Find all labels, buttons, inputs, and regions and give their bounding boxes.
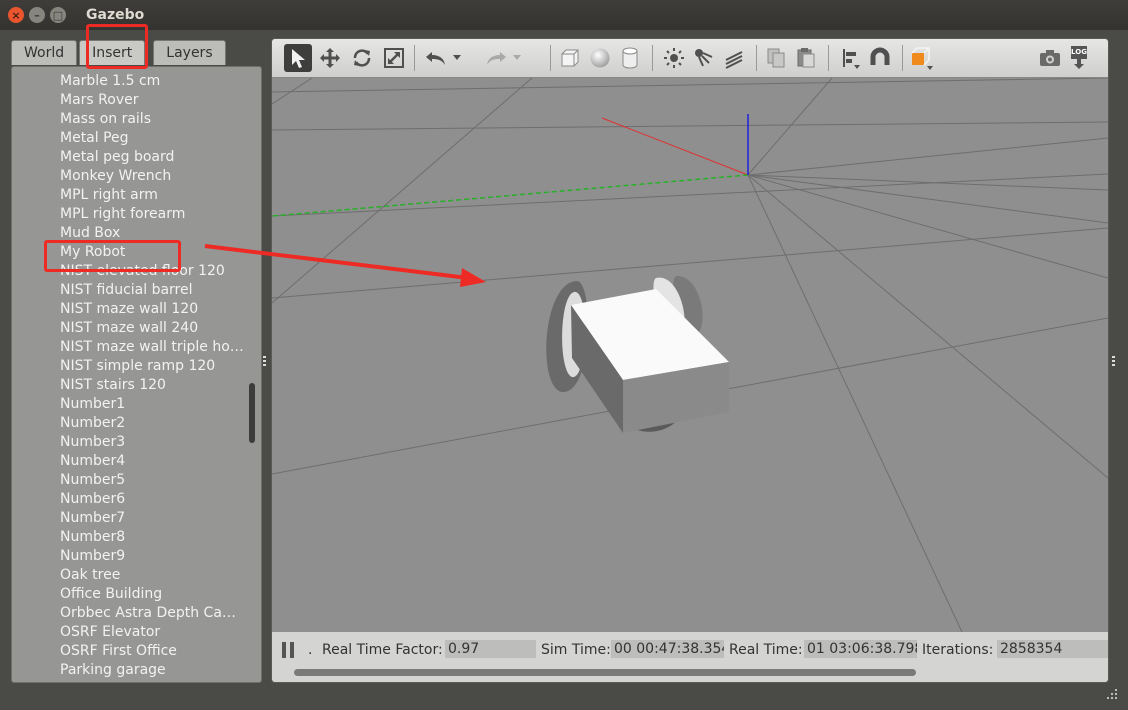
spot-light-icon[interactable]	[690, 44, 718, 72]
real-time-factor-label: Real Time Factor:	[322, 642, 443, 658]
sphere-icon[interactable]	[586, 44, 614, 72]
model-list: Marble 1.5 cm Mars Rover Mass on rails M…	[12, 72, 246, 680]
box-icon[interactable]	[556, 44, 584, 72]
list-item[interactable]: Number4	[12, 452, 246, 471]
scene-panel: LOG . Real Time Factor: 0.97 Sim Time: 0…	[271, 38, 1109, 683]
copy-icon[interactable]	[762, 44, 790, 72]
list-item[interactable]: MPL right arm	[12, 186, 246, 205]
paste-icon[interactable]	[792, 44, 820, 72]
list-item[interactable]: MPL right forearm	[12, 205, 246, 224]
list-item[interactable]: Marble 1.5 cm	[12, 72, 246, 91]
left-splitter-handle[interactable]	[263, 356, 266, 366]
list-item[interactable]: NIST maze wall 120	[12, 300, 246, 319]
title-bar: × – □ Gazebo	[0, 0, 1128, 30]
log-icon[interactable]: LOG	[1066, 44, 1094, 72]
tab-layers[interactable]: Layers	[153, 40, 226, 65]
list-item[interactable]: Parking garage	[12, 661, 246, 680]
list-item[interactable]: Mars Rover	[12, 91, 246, 110]
real-time-field: 01 03:06:38.798	[804, 640, 917, 658]
list-item[interactable]: Number6	[12, 490, 246, 509]
pause-icon[interactable]	[282, 642, 296, 658]
list-item[interactable]: Number1	[12, 395, 246, 414]
list-item[interactable]: NIST simple ramp 120	[12, 357, 246, 376]
list-item[interactable]: NIST stairs 120	[12, 376, 246, 395]
snap-magnet-icon[interactable]	[866, 44, 894, 72]
list-item[interactable]: Number7	[12, 509, 246, 528]
right-splitter-handle[interactable]	[1112, 356, 1115, 366]
undo-history-dropdown-icon[interactable]	[450, 44, 464, 72]
list-item[interactable]: Number5	[12, 471, 246, 490]
window-title: Gazebo	[86, 7, 145, 23]
my-robot-model	[546, 275, 729, 433]
redo-history-dropdown-icon[interactable]	[510, 44, 524, 72]
select-arrow-icon[interactable]	[284, 44, 312, 72]
sim-time-label: Sim Time:	[541, 642, 611, 658]
list-item[interactable]: NIST maze wall 240	[12, 319, 246, 338]
status-bar: . Real Time Factor: 0.97 Sim Time: 00 00…	[272, 632, 1108, 682]
resize-grip-icon[interactable]	[1106, 688, 1118, 700]
annotation-box-insert-tab	[86, 24, 148, 69]
list-item[interactable]: Metal Peg	[12, 129, 246, 148]
undo-icon[interactable]	[422, 44, 450, 72]
scene-canvas	[272, 77, 1108, 633]
close-window-button[interactable]: ×	[8, 7, 24, 23]
list-item[interactable]: Oak tree	[12, 566, 246, 585]
annotation-box-my-robot	[44, 240, 181, 272]
rotate-icon[interactable]	[348, 44, 376, 72]
list-item[interactable]: Orbbec Astra Depth Ca…	[12, 604, 246, 623]
toolbar: LOG	[272, 39, 1108, 78]
redo-icon[interactable]	[482, 44, 510, 72]
real-time-factor-field: 0.97	[445, 640, 536, 658]
list-item[interactable]: OSRF Elevator	[12, 623, 246, 642]
scene-viewport[interactable]	[272, 77, 1108, 633]
translate-icon[interactable]	[316, 44, 344, 72]
list-item[interactable]: Mass on rails	[12, 110, 246, 129]
list-item[interactable]: Number3	[12, 433, 246, 452]
status-scrollbar[interactable]	[294, 669, 916, 676]
list-item[interactable]: Number2	[12, 414, 246, 433]
list-item[interactable]: Number9	[12, 547, 246, 566]
list-item[interactable]: NIST maze wall triple ho…	[12, 338, 246, 357]
annotation-arrow-icon	[204, 244, 486, 287]
list-scrollbar[interactable]	[249, 383, 255, 443]
directional-light-icon[interactable]	[720, 44, 748, 72]
scale-icon[interactable]	[380, 44, 408, 72]
insert-panel: Marble 1.5 cm Mars Rover Mass on rails M…	[11, 66, 262, 683]
view-angle-icon[interactable]	[908, 44, 936, 72]
paused-marker: .	[308, 642, 313, 658]
list-item[interactable]: Number8	[12, 528, 246, 547]
iterations-label: Iterations:	[922, 642, 994, 658]
minimize-window-button[interactable]: –	[29, 7, 45, 23]
list-item[interactable]: Monkey Wrench	[12, 167, 246, 186]
iterations-field: 2858354	[997, 640, 1108, 658]
maximize-window-button[interactable]: □	[50, 7, 66, 23]
list-item[interactable]: Office Building	[12, 585, 246, 604]
list-item[interactable]: OSRF First Office	[12, 642, 246, 661]
cylinder-icon[interactable]	[616, 44, 644, 72]
align-icon[interactable]	[836, 44, 864, 72]
sim-time-field: 00 00:47:38.354	[611, 640, 724, 658]
list-item[interactable]: Metal peg board	[12, 148, 246, 167]
tab-world[interactable]: World	[11, 40, 78, 65]
screenshot-icon[interactable]	[1036, 44, 1064, 72]
real-time-label: Real Time:	[729, 642, 803, 658]
point-light-icon[interactable]	[660, 44, 688, 72]
